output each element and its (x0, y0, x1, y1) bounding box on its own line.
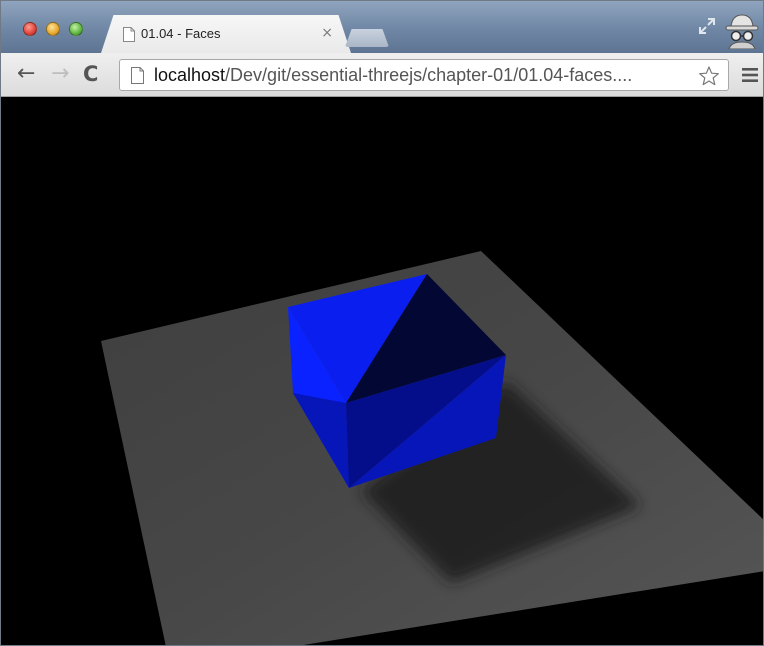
page-icon (131, 67, 144, 84)
tab-close-icon[interactable]: × (321, 25, 333, 41)
url-path: /Dev/git/essential-threejs/chapter-01/01… (225, 65, 633, 85)
bookmark-star-icon[interactable] (698, 65, 720, 87)
menu-icon[interactable] (742, 68, 758, 82)
incognito-icon (725, 14, 759, 49)
reload-button[interactable]: C (83, 62, 98, 86)
page-icon (123, 27, 135, 42)
back-button[interactable]: ← (17, 61, 35, 86)
window-minimize-button[interactable] (46, 22, 60, 36)
browser-window: 01.04 - Faces × ← → C localhost/Dev/git/… (0, 0, 764, 646)
url-host: localhost (154, 65, 226, 85)
toolbar: ← → C localhost/Dev/git/essential-threej… (1, 53, 763, 97)
tab-strip: 01.04 - Faces × (1, 1, 763, 53)
fullscreen-icon[interactable] (698, 17, 716, 35)
new-tab-button[interactable] (345, 29, 389, 47)
address-bar[interactable]: localhost/Dev/git/essential-threejs/chap… (119, 59, 729, 91)
tab-title: 01.04 - Faces (141, 26, 221, 41)
3d-scene (101, 251, 763, 645)
tab-active[interactable]: 01.04 - Faces × (101, 15, 351, 53)
window-close-button[interactable] (23, 22, 37, 36)
url-text[interactable]: localhost/Dev/git/essential-threejs/chap… (154, 65, 632, 86)
webgl-canvas[interactable] (1, 98, 763, 645)
window-maximize-button[interactable] (69, 22, 83, 36)
forward-button[interactable]: → (51, 61, 69, 86)
